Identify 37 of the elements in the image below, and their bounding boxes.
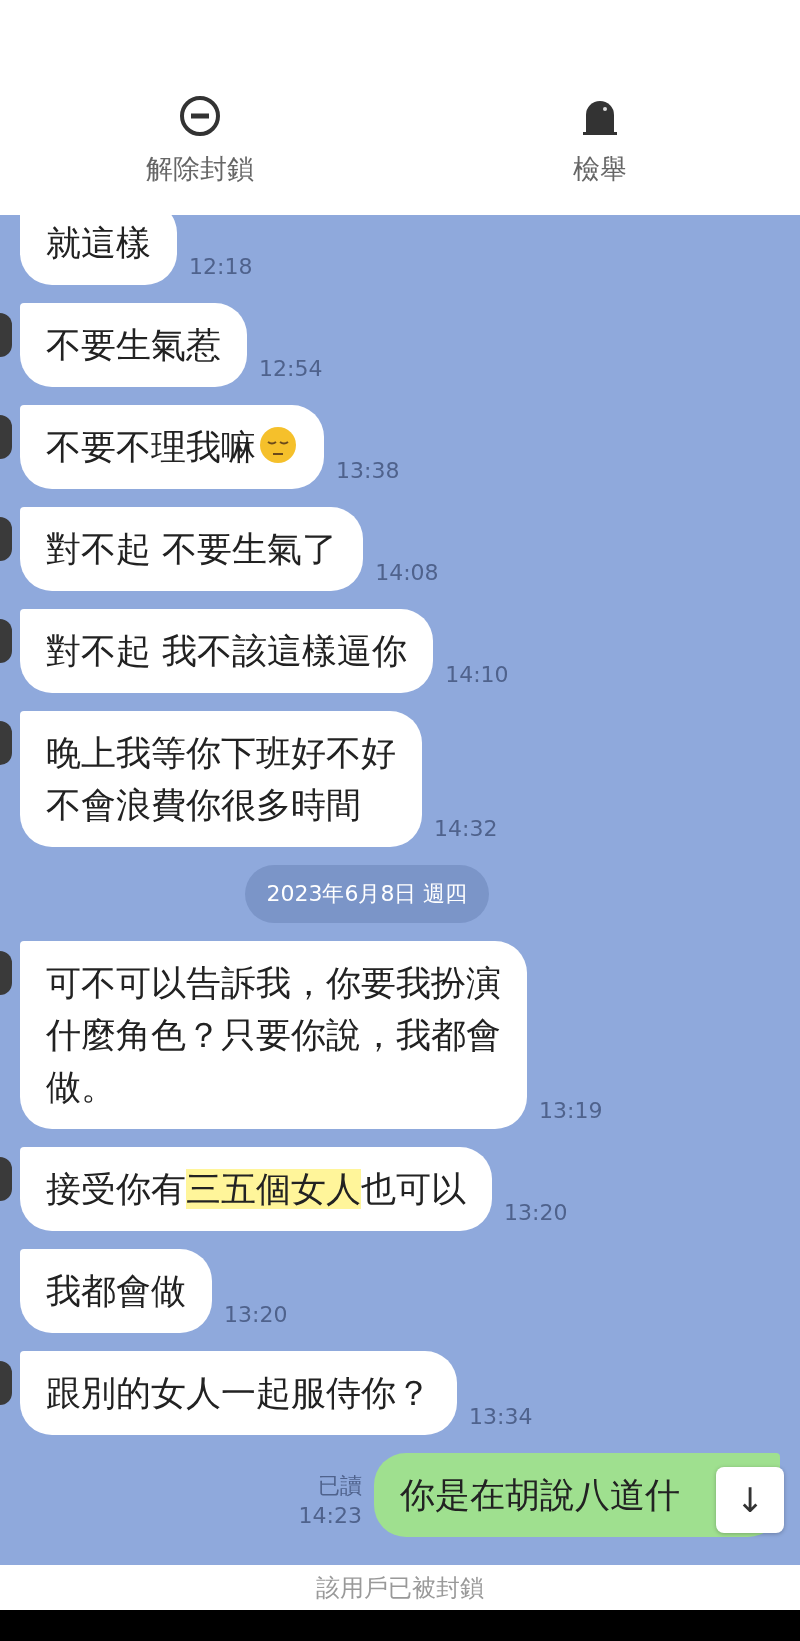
read-receipt: 已讀 [318, 1472, 362, 1500]
message-bubble: 跟別的女人一起服侍你？ [20, 1351, 457, 1435]
message-time: 13:38 [336, 458, 400, 483]
message-bubble: 不要不理我嘛 [20, 405, 324, 489]
avatar[interactable] [0, 415, 12, 459]
blocked-notice: 該用戶已被封鎖 [316, 1572, 484, 1604]
avatar[interactable] [0, 1361, 12, 1405]
message-time: 13:20 [504, 1200, 568, 1225]
message-time: 13:19 [539, 1098, 603, 1123]
message-bubble: 不要生氣惹 [20, 303, 247, 387]
message-time: 12:54 [259, 356, 323, 381]
avatar[interactable] [0, 619, 12, 663]
message-time: 13:20 [224, 1302, 288, 1327]
avatar[interactable] [0, 1157, 12, 1201]
message-bubble: 我都會做 [20, 1249, 212, 1333]
avatar[interactable] [0, 313, 12, 357]
avatar[interactable] [0, 721, 12, 765]
message-time: 14:08 [375, 560, 439, 585]
message-bubble: 接受你有三五個女人也可以 [20, 1147, 492, 1231]
scroll-down-button[interactable]: ↓ [716, 1467, 784, 1533]
unblock-button[interactable]: 解除封鎖 [0, 95, 400, 187]
message-time: 14:10 [445, 662, 509, 687]
avatar[interactable] [0, 951, 12, 995]
message-time: 14:23 [298, 1502, 362, 1530]
message-bubble: 可不可以告訴我，你要我扮演 什麼角色？只要你說，我都會 做。 [20, 941, 527, 1129]
message-time: 13:34 [469, 1404, 533, 1429]
avatar[interactable] [0, 517, 12, 561]
date-divider: 2023年6月8日 週四 [244, 865, 490, 923]
message-bubble: 就這樣 [20, 215, 177, 285]
message-bubble: 對不起 不要生氣了 [20, 507, 364, 591]
minus-circle-icon [179, 95, 221, 137]
message-time: 14:32 [434, 816, 498, 841]
highlighted-text: 三五個女人 [186, 1169, 361, 1209]
report-button[interactable]: 檢舉 [400, 95, 800, 187]
message-time: 12:18 [189, 254, 253, 279]
message-bubble: 晚上我等你下班好不好 不會浪費你很多時間 [20, 711, 422, 847]
message-bubble: 對不起 我不該這樣逼你 [20, 609, 434, 693]
